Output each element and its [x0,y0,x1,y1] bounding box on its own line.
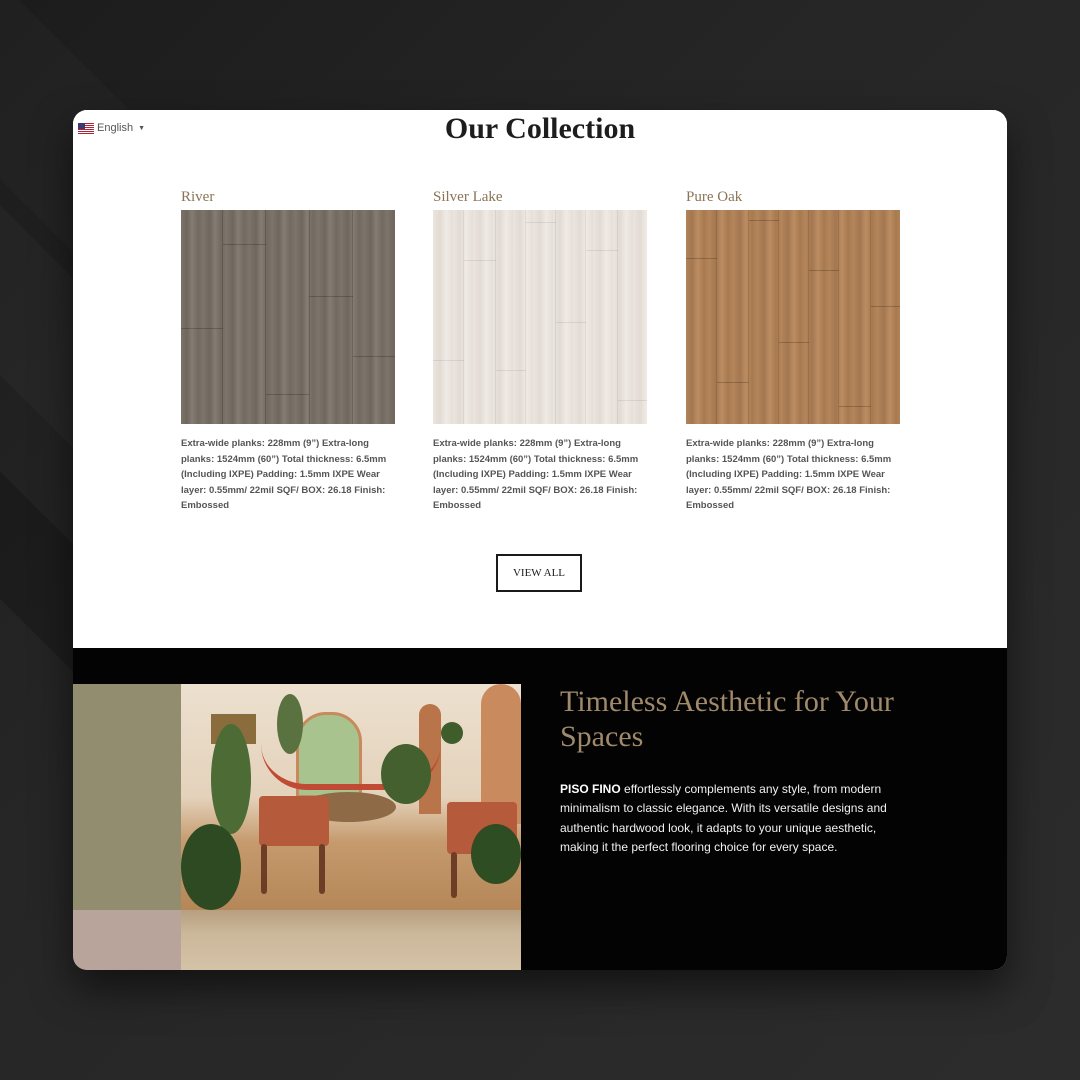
product-card-silver-lake[interactable]: Silver Lake Extra-wide planks: 228mm (9”… [433,188,647,514]
product-description: Extra-wide planks: 228mm (9”) Extra-long… [181,438,387,512]
aesthetic-section: Timeless Aesthetic for Your Spaces PISO … [73,648,1007,970]
potted-plant [441,722,463,744]
potted-plant [381,744,431,804]
chair-leg [261,844,267,894]
potted-plant [211,724,251,834]
product-name[interactable]: River [181,188,395,210]
armchair [259,796,329,846]
interior-photo-secondary [181,910,521,970]
pink-color-block [73,910,181,970]
brand-name: PISO FINO [560,782,621,796]
potted-plant [181,824,241,910]
olive-color-block [73,684,181,910]
interior-photo [181,684,521,910]
potted-plant [471,824,521,884]
product-name[interactable]: Pure Oak [686,188,900,210]
product-name[interactable]: Silver Lake [433,188,647,210]
product-description: Extra-wide planks: 228mm (9”) Extra-long… [686,438,892,512]
product-card-pure-oak[interactable]: Pure Oak Extra-wide planks: 228mm (9”) E… [686,188,900,514]
section-title: Our Collection [444,112,636,145]
feature-body: PISO FINO effortlessly complements any s… [560,780,912,858]
product-image-river[interactable] [181,210,395,424]
chair-leg [451,852,457,898]
collection-section: English ▼ Our Collection River Extra-wid… [73,110,1007,648]
product-card-river[interactable]: River Extra-wide planks: 228mm (9”) Extr… [181,188,395,514]
product-description: Extra-wide planks: 228mm (9”) Extra-long… [433,438,639,512]
feature-heading: Timeless Aesthetic for Your Spaces [560,685,894,753]
product-image-pure-oak[interactable] [686,210,900,424]
chair-leg [319,844,325,894]
view-all-button[interactable]: VIEW ALL [496,554,582,592]
product-image-silver-lake[interactable] [433,210,647,424]
website-screenshot-frame: English ▼ Our Collection River Extra-wid… [73,110,1007,970]
